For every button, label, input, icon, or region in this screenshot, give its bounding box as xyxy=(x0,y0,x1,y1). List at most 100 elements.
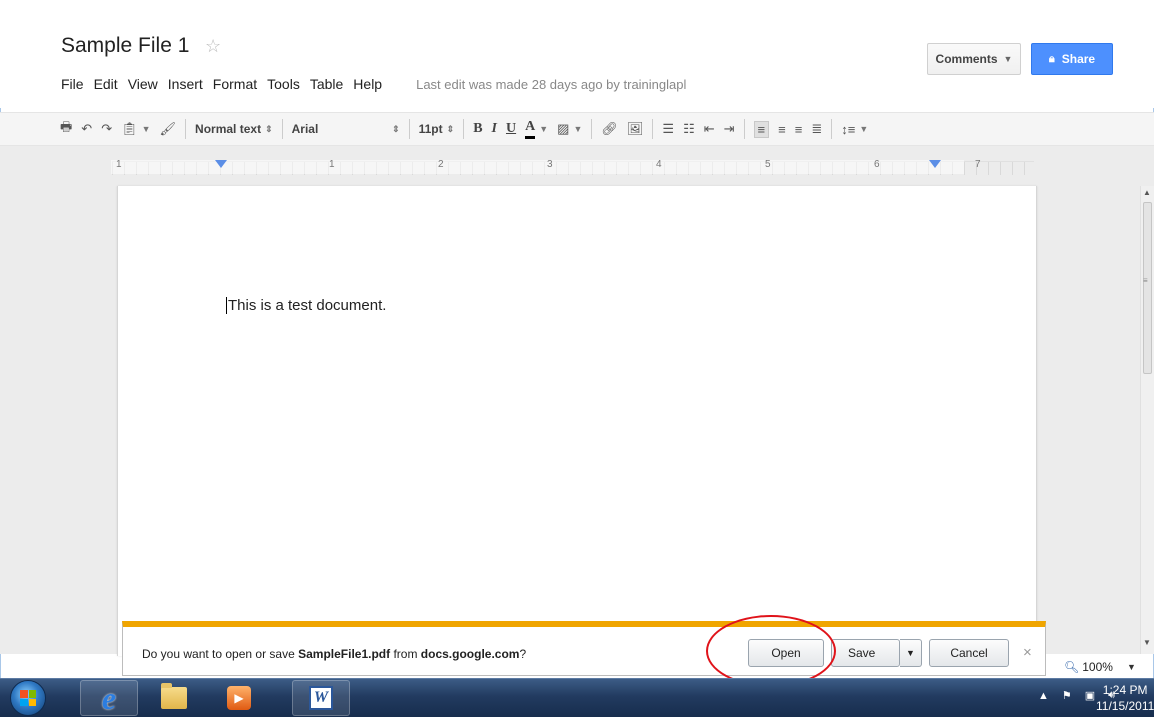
spinner-icon: ⇕ xyxy=(265,123,273,134)
document-body-text[interactable]: This is a test document. xyxy=(226,297,386,314)
numbered-list-icon[interactable]: ☰ xyxy=(662,121,674,137)
undo-icon[interactable]: ↶ xyxy=(81,121,92,137)
menu-table[interactable]: Table xyxy=(310,76,343,92)
align-justify-icon[interactable]: ≣ xyxy=(811,121,822,137)
style-select[interactable]: Normal text ⇕ xyxy=(195,122,273,136)
download-message-suffix: ? xyxy=(519,647,527,661)
menu-insert[interactable]: Insert xyxy=(168,76,203,92)
menu-edit[interactable]: Edit xyxy=(94,76,118,92)
download-message-prefix: Do you want to open or save xyxy=(142,647,299,661)
paint-format-icon[interactable]: 🖌︎ xyxy=(160,121,177,137)
download-notification-bar: Do you want to open or save SampleFile1.… xyxy=(122,621,1046,676)
scroll-up-icon[interactable]: ▲ xyxy=(1143,188,1151,197)
ruler-number: 1 xyxy=(329,159,335,170)
lock-icon: 🔒︎ xyxy=(1048,52,1055,65)
text-color-label: A xyxy=(525,119,536,139)
right-indent-marker[interactable] xyxy=(929,160,941,168)
show-hidden-icons-icon[interactable]: ▲ xyxy=(1038,690,1049,702)
bulleted-list-icon[interactable]: ☷ xyxy=(683,121,695,137)
chevron-down-icon: ▼ xyxy=(1126,662,1136,672)
windows-logo-icon xyxy=(20,690,36,706)
close-icon[interactable]: × xyxy=(1023,644,1032,661)
folder-icon xyxy=(161,683,187,709)
taskbar-word[interactable]: W xyxy=(292,680,350,716)
windows-taskbar: e ▶ W ▲ ⚑ ▣ 🔊︎ 1:24 PM 11/15/2011 xyxy=(0,678,1154,717)
formatting-toolbar: 🖶︎ ↶ ↷ 📋︎ ▼ 🖌︎ Normal text ⇕ Arial ⇕ 11pt ⇕ … xyxy=(0,112,1154,146)
internet-explorer-icon: e xyxy=(101,679,117,716)
menu-format[interactable]: Format xyxy=(213,76,257,92)
scroll-down-icon[interactable]: ▼ xyxy=(1143,638,1151,647)
menu-tools[interactable]: Tools xyxy=(267,76,300,92)
cancel-button[interactable]: Cancel xyxy=(929,639,1009,667)
line-spacing-icon[interactable]: ↕≡ ▼ xyxy=(841,122,868,137)
spinner-icon: ⇕ xyxy=(392,123,400,134)
paste-icon[interactable]: 📋︎ ▼ xyxy=(121,121,150,137)
ruler-number: 5 xyxy=(765,159,771,170)
left-indent-marker[interactable] xyxy=(215,160,227,168)
bold-button[interactable]: B xyxy=(473,121,482,137)
taskbar-media-player[interactable]: ▶ xyxy=(210,680,268,716)
comments-button[interactable]: Comments ▼ xyxy=(927,43,1021,75)
increase-indent-icon[interactable]: ⇥ xyxy=(724,121,735,137)
save-options-chevron-icon[interactable]: ▼ xyxy=(900,639,922,667)
toolbar-divider xyxy=(743,119,745,139)
last-edit-status[interactable]: Last edit was made 28 days ago by traini… xyxy=(416,77,686,92)
link-icon[interactable]: 🔗︎ xyxy=(601,121,618,137)
highlight-color-icon[interactable]: ▨ ▼ xyxy=(557,121,582,137)
scroll-grip-icon: ≡ xyxy=(1143,276,1148,285)
taskbar-internet-explorer[interactable]: e xyxy=(80,680,138,716)
text-color-button[interactable]: A ▼ xyxy=(525,119,548,139)
chevron-down-icon: ▼ xyxy=(1003,54,1013,64)
spinner-icon: ⇕ xyxy=(446,123,455,134)
network-icon[interactable]: ▣ xyxy=(1085,689,1095,702)
redo-icon[interactable]: ↷ xyxy=(101,121,112,137)
menu-view[interactable]: View xyxy=(128,76,158,92)
start-button[interactable] xyxy=(10,680,46,716)
docs-header: Sample File 1 ☆ File Edit View Insert Fo… xyxy=(0,0,1154,108)
taskbar-file-explorer[interactable] xyxy=(145,680,203,716)
italic-button[interactable]: I xyxy=(492,121,497,137)
toolbar-divider xyxy=(185,119,187,139)
vertical-scrollbar[interactable]: ▲ ≡ ▼ xyxy=(1140,186,1154,654)
underline-button[interactable]: U xyxy=(506,121,516,137)
clock-time: 1:24 PM xyxy=(1102,683,1148,697)
style-value: Normal text xyxy=(195,122,262,136)
word-icon: W xyxy=(309,686,333,710)
align-right-icon[interactable]: ≡ xyxy=(795,122,803,137)
action-center-flag-icon[interactable]: ⚑ xyxy=(1062,689,1072,702)
ruler-area: 1 1 2 3 4 5 6 7 xyxy=(0,146,1154,186)
scrollbar-thumb[interactable] xyxy=(1143,202,1152,374)
ruler-number: 7 xyxy=(975,159,981,170)
align-center-icon[interactable]: ≡ xyxy=(778,122,786,137)
download-message: Do you want to open or save SampleFile1.… xyxy=(142,647,526,661)
ruler-number: 6 xyxy=(874,159,880,170)
print-icon[interactable]: 🖶︎ xyxy=(60,118,72,140)
ruler-number: 4 xyxy=(656,159,662,170)
download-file-name: SampleFile1.pdf xyxy=(298,647,391,661)
zoom-icon: 🔍︎ xyxy=(1064,660,1080,674)
toolbar-divider xyxy=(831,119,833,139)
zoom-control[interactable]: 🔍︎ 100% ▼ xyxy=(1048,656,1154,678)
share-button[interactable]: 🔒︎ Share xyxy=(1031,43,1113,75)
toolbar-divider xyxy=(652,119,654,139)
font-select[interactable]: Arial ⇕ xyxy=(292,122,400,136)
menu-file[interactable]: File xyxy=(61,76,84,92)
ruler-number: 1 xyxy=(116,159,122,170)
ruler-number: 2 xyxy=(438,159,444,170)
document-page[interactable]: This is a test document. xyxy=(117,186,1037,656)
download-message-middle: from xyxy=(390,647,421,661)
document-title[interactable]: Sample File 1 xyxy=(61,34,189,58)
image-icon[interactable]: 🖼︎ xyxy=(627,121,644,137)
star-icon[interactable]: ☆ xyxy=(205,36,221,57)
menu-help[interactable]: Help xyxy=(353,76,382,92)
save-button[interactable]: Save xyxy=(831,639,900,667)
font-size-value: 11pt xyxy=(418,122,443,136)
share-label: Share xyxy=(1061,52,1096,66)
system-clock[interactable]: 1:24 PM 11/15/2011 xyxy=(1096,682,1154,714)
font-size-select[interactable]: 11pt ⇕ xyxy=(419,122,455,136)
align-left-icon[interactable]: ≡ xyxy=(753,120,770,138)
document-canvas: This is a test document. xyxy=(0,186,1140,656)
toolbar-divider xyxy=(463,119,465,139)
menu-bar: File Edit View Insert Format Tools Table… xyxy=(61,76,686,92)
decrease-indent-icon[interactable]: ⇤ xyxy=(704,121,715,137)
